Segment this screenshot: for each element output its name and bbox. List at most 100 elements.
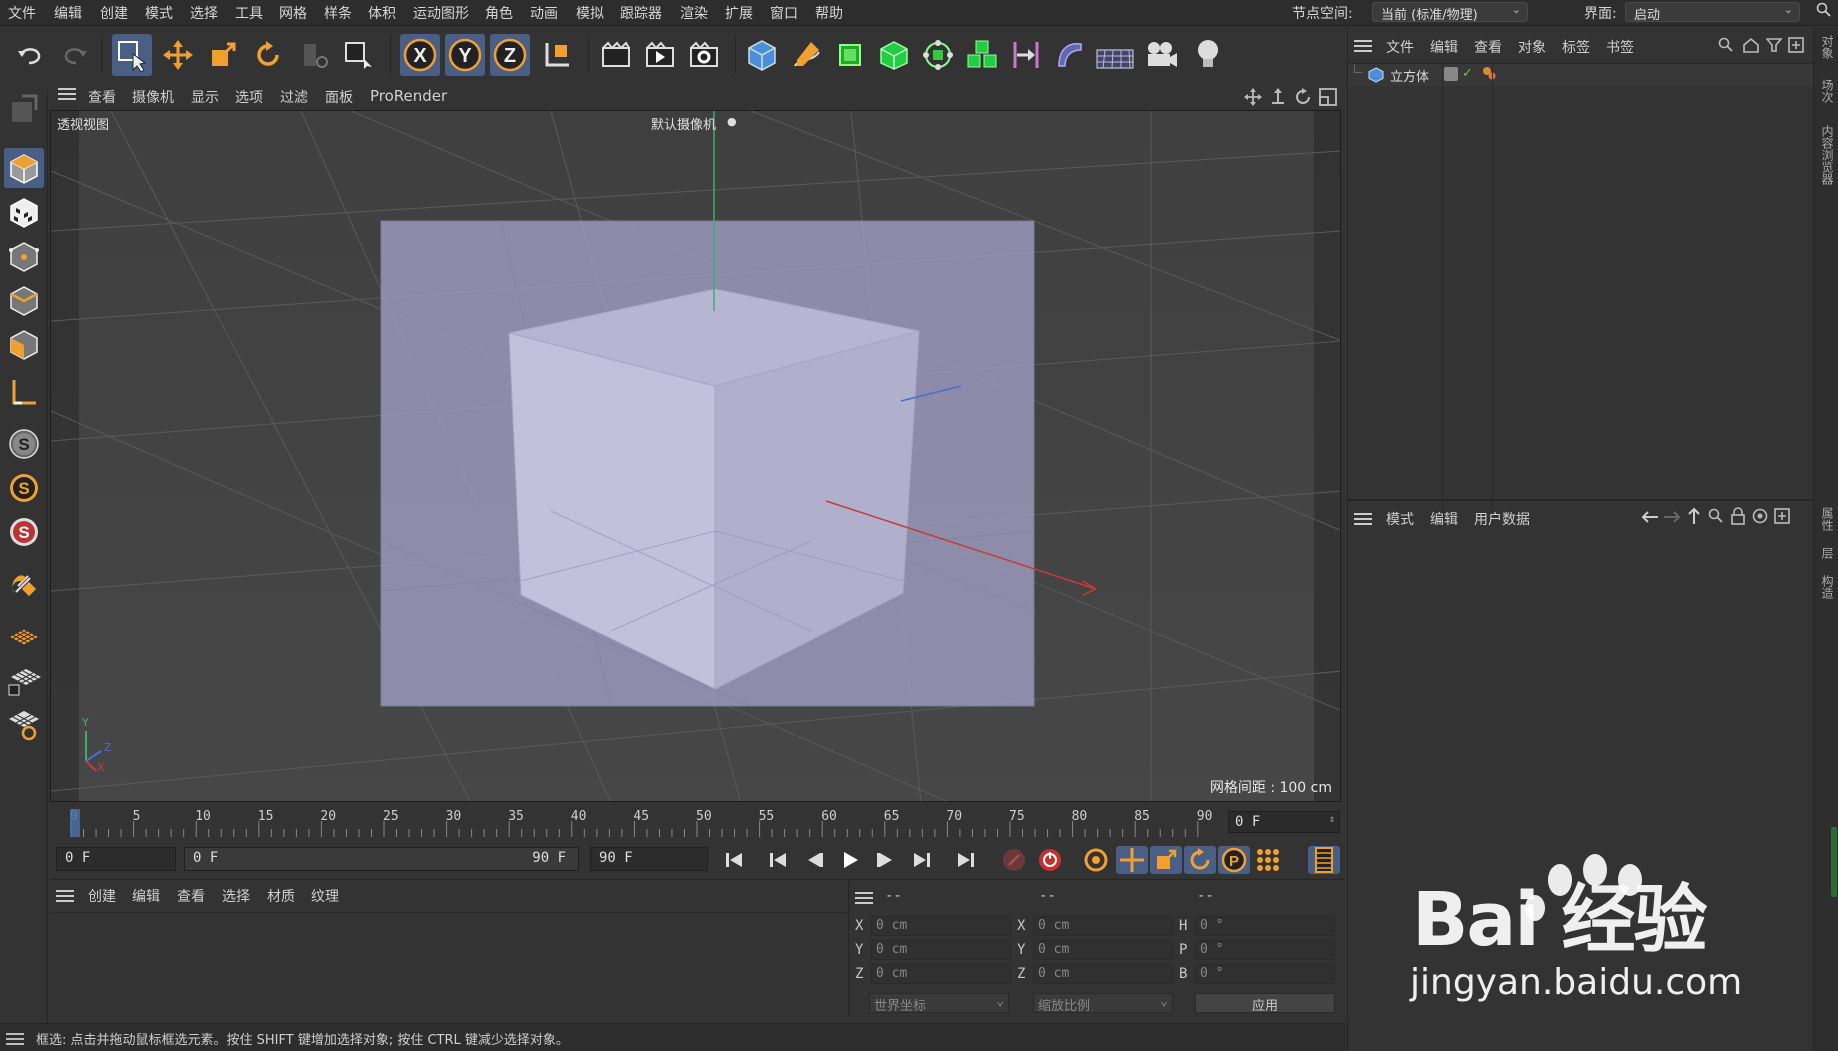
search-icon[interactable] <box>1718 37 1734 57</box>
maximize-view-icon[interactable] <box>1319 88 1337 110</box>
locked-workplane-icon[interactable] <box>4 660 44 700</box>
render-region-icon[interactable] <box>596 34 636 76</box>
viewport-menu-camera[interactable]: 摄像机 <box>132 87 174 107</box>
attribute-menu-userdata[interactable]: 用户数据 <box>1474 509 1530 529</box>
material-menu-material[interactable]: 材质 <box>267 886 295 906</box>
array-icon[interactable] <box>962 34 1002 76</box>
menu-render[interactable]: 渲染 <box>680 3 708 23</box>
polygon-mode-icon[interactable] <box>4 324 44 364</box>
hamburger-icon[interactable] <box>1354 511 1372 531</box>
pos-z-field[interactable]: 0 cm <box>871 964 1011 984</box>
symmetry-icon[interactable] <box>1006 34 1046 76</box>
cube-icon[interactable] <box>742 34 782 76</box>
forward-arrow-icon[interactable] <box>1662 509 1682 529</box>
pos-x-field[interactable]: 0 cm <box>871 916 1011 936</box>
node-space-select[interactable]: 当前 (标准/物理) ⌄ <box>1372 2 1528 23</box>
current-frame-field[interactable]: 0 F ⇕ <box>1228 811 1340 833</box>
rot-p-field[interactable]: 0 ° <box>1195 940 1335 960</box>
rot-h-field[interactable]: 0 ° <box>1195 916 1335 936</box>
point-mode-icon[interactable] <box>4 236 44 276</box>
timeline[interactable]: 051015202530354045505560657075808590 0 F… <box>50 803 1344 843</box>
menu-mesh[interactable]: 网格 <box>279 3 307 23</box>
rotate-icon[interactable] <box>248 34 288 76</box>
axis-mode-icon[interactable] <box>4 372 44 412</box>
menu-window[interactable]: 窗口 <box>770 3 798 23</box>
material-menu-view[interactable]: 查看 <box>177 886 205 906</box>
menu-extensions[interactable]: 扩展 <box>725 3 753 23</box>
deformer-icon[interactable] <box>1050 34 1090 76</box>
play-icon[interactable] <box>834 846 866 874</box>
material-menu-create[interactable]: 创建 <box>88 886 116 906</box>
target-icon[interactable] <box>1752 508 1768 528</box>
object-menu-file[interactable]: 文件 <box>1386 37 1414 57</box>
coordinate-system-icon[interactable] <box>537 34 577 76</box>
extrude-icon[interactable] <box>874 34 914 76</box>
pan-view-icon[interactable] <box>1244 88 1262 110</box>
size-x-field[interactable]: 0 cm <box>1033 916 1173 936</box>
search-icon[interactable] <box>1708 508 1724 528</box>
x-axis-lock-icon[interactable]: X <box>400 34 440 76</box>
undo-icon[interactable] <box>10 34 50 76</box>
object-name[interactable]: 立方体 <box>1390 66 1429 85</box>
scale-mode-select[interactable]: 缩放比例 ⌄ <box>1033 993 1173 1014</box>
timeline-ruler[interactable]: 051015202530354045505560657075808590 <box>70 807 1270 839</box>
viewport-menu-panel[interactable]: 面板 <box>325 87 353 107</box>
material-manager[interactable]: 创建 编辑 查看 选择 材质 纹理 <box>50 879 847 1016</box>
record-active-icon[interactable] <box>998 846 1030 874</box>
frame-range-slider[interactable]: 0 F 90 F <box>184 847 579 871</box>
quantize-icon[interactable]: S <box>4 512 44 552</box>
make-editable-icon[interactable] <box>4 90 44 130</box>
size-y-field[interactable]: 0 cm <box>1033 940 1173 960</box>
object-menu-objects[interactable]: 对象 <box>1518 37 1546 57</box>
stepper-icon[interactable]: ⇕ <box>1329 814 1335 825</box>
camera-icon[interactable] <box>1142 34 1182 76</box>
end-frame-field[interactable]: 90 F <box>590 847 708 871</box>
menu-help[interactable]: 帮助 <box>815 3 843 23</box>
next-frame-icon[interactable] <box>870 846 902 874</box>
render-view-icon[interactable] <box>640 34 680 76</box>
hamburger-icon[interactable] <box>58 86 76 106</box>
dolly-view-icon[interactable] <box>1269 88 1287 110</box>
lock-icon[interactable] <box>1730 507 1746 529</box>
light-icon[interactable] <box>1188 34 1228 76</box>
viewport-camera-label[interactable]: 默认摄像机 <box>651 114 716 133</box>
menu-character[interactable]: 角色 <box>485 3 513 23</box>
interface-select[interactable]: 启动 ⌄ <box>1625 2 1800 23</box>
hamburger-icon[interactable] <box>6 1031 24 1051</box>
selection-filter-icon[interactable] <box>338 34 378 76</box>
visibility-check-icon[interactable]: ✓ <box>1462 66 1473 81</box>
redo-icon[interactable] <box>55 34 95 76</box>
object-menu-view[interactable]: 查看 <box>1474 37 1502 57</box>
list-item[interactable]: 立方体 ✓ <box>1348 64 1814 86</box>
tab-objects[interactable]: 对象 <box>1819 35 1836 59</box>
tab-content-browser[interactable]: 内容浏览器 <box>1819 125 1836 185</box>
up-arrow-icon[interactable] <box>1686 507 1702 529</box>
viewport-menu-view[interactable]: 查看 <box>88 87 116 107</box>
attribute-menu-edit[interactable]: 编辑 <box>1430 509 1458 529</box>
rotate-view-icon[interactable] <box>1294 88 1312 110</box>
menu-tracker[interactable]: 跟踪器 <box>620 3 662 23</box>
snap-icon[interactable]: S <box>4 424 44 464</box>
hamburger-icon[interactable] <box>855 890 873 910</box>
attribute-menu-mode[interactable]: 模式 <box>1386 509 1414 529</box>
new-window-icon[interactable] <box>1788 37 1804 57</box>
menu-spline[interactable]: 样条 <box>324 3 352 23</box>
go-to-start-icon[interactable] <box>718 846 750 874</box>
material-tag-icon[interactable] <box>1482 66 1496 84</box>
key-parameter-icon[interactable]: P <box>1218 846 1250 874</box>
pen-icon[interactable] <box>786 34 826 76</box>
cloner-icon[interactable] <box>918 34 958 76</box>
object-menu-edit[interactable]: 编辑 <box>1430 37 1458 57</box>
search-icon[interactable] <box>1816 2 1832 22</box>
menu-file[interactable]: 文件 <box>8 3 36 23</box>
hamburger-icon[interactable] <box>1354 38 1372 58</box>
viewport-menu-filter[interactable]: 过滤 <box>280 87 308 107</box>
viewport-menu-display[interactable]: 显示 <box>191 87 219 107</box>
menu-volume[interactable]: 体积 <box>368 3 396 23</box>
workplane-settings-icon[interactable] <box>4 704 44 744</box>
object-list[interactable]: 立方体 ✓ <box>1348 63 1814 524</box>
material-menu-texture[interactable]: 纹理 <box>311 886 339 906</box>
viewport-menu-options[interactable]: 选项 <box>235 87 263 107</box>
key-position-icon[interactable] <box>1116 846 1148 874</box>
menu-simulate[interactable]: 模拟 <box>576 3 604 23</box>
